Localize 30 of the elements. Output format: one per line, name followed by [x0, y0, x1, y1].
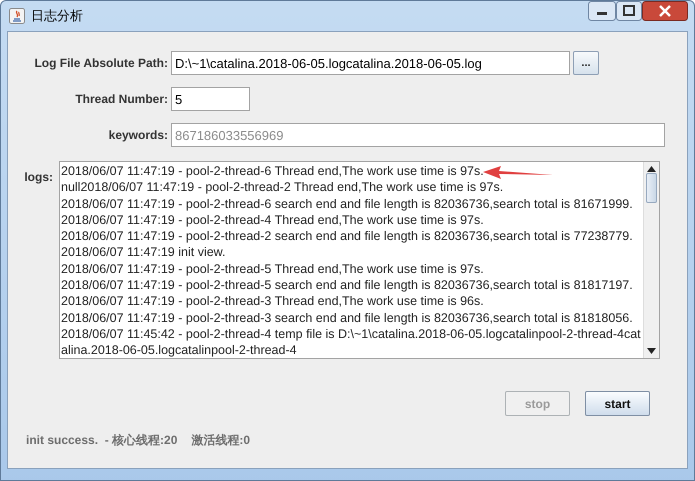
- field-label: Thread Number:: [74, 92, 169, 106]
- log-line: 2018/06/07 11:47:19 - pool-2-thread-5 search end and file length is 82036736,search total is 81817197.: [61, 277, 633, 294]
- log-line: 2018/06/07 11:47:19 - pool-2-thread-2 search end and file length is 82036736,search total is 77238779.: [61, 228, 633, 244]
- scroll-thumb[interactable]: [646, 173, 657, 203]
- close-button[interactable]: [642, 1, 688, 21]
- action-button[interactable]: start: [585, 391, 650, 416]
- log-line: 2018/06/07 11:47:19 - pool-2-thread-3 search end and file length is 82036736,search total is 81818056.: [61, 310, 633, 326]
- log-line: 2018/06/07 11:47:19 - pool-2-thread-5 Thread end,The work use time is 97s.: [61, 260, 484, 278]
- log-line: 2018/06/07 11:47:19 - pool-2-thread-6 search end and file length is 82036736,search total is 81671999.: [61, 196, 633, 212]
- log-line: 2018/06/07 11:47:19 - pool-2-thread-4 Thread end,The work use time is 97s.: [61, 212, 484, 228]
- minimize-button[interactable]: [588, 1, 616, 21]
- log-area[interactable]: [59, 161, 660, 359]
- logs-label: logs:: [23, 169, 54, 186]
- input-field[interactable]: D:\~1\catalina.2018-06-05.logcatalina.2018-06-05.log: [171, 51, 570, 75]
- log-line: 2018/06/07 11:45:42 - pool-2-thread-4 temp file is D:\~1\catalina.2018-06-05.logcatalinpool-2-thread-4catalina.2018-06-05.logcatalinpool-2-thread-4: [61, 326, 642, 358]
- log-line: 2018/06/07 11:47:19 init view.: [61, 244, 226, 261]
- window-title: 日志分析: [31, 7, 83, 25]
- log-line: 2018/06/07 11:47:19 - pool-2-thread-3 Thread end,The work use time is 96s.: [61, 293, 484, 310]
- maximize-button[interactable]: [616, 1, 642, 21]
- field-label: keywords:: [108, 128, 169, 142]
- log-line: null2018/06/07 11:47:19 - pool-2-thread-2 Thread end,The work use time is 97s.: [61, 179, 504, 196]
- app-icon: [9, 8, 25, 24]
- input-field[interactable]: 5: [171, 87, 250, 111]
- log-line: 2018/06/07 11:47:19 - pool-2-thread-6 Thread end,The work use time is 97s.: [61, 163, 484, 180]
- field-label: Log File Absolute Path:: [33, 56, 169, 70]
- status-text: 激活线程:0: [191, 432, 250, 449]
- input-field[interactable]: 867186033556969: [171, 123, 665, 147]
- scroll-down-icon[interactable]: [647, 348, 656, 354]
- status-text: init success. - 核心线程:20: [26, 432, 178, 449]
- browse-button[interactable]: ...: [573, 51, 599, 75]
